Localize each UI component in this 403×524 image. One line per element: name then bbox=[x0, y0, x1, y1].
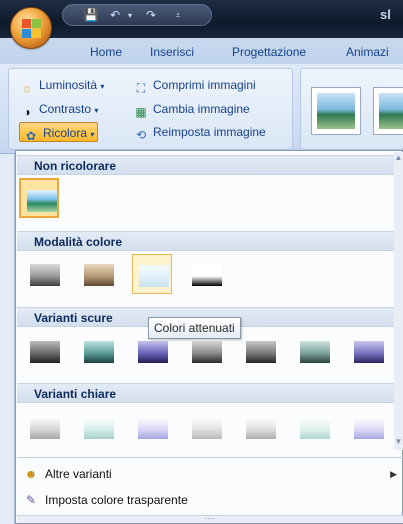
recolor-dropdown: Non ricolorare Modalità colore Varianti … bbox=[15, 150, 403, 524]
office-button-icon bbox=[22, 19, 42, 39]
change-picture-button[interactable]: ▦ Cambia immagine bbox=[133, 99, 250, 119]
compress-label: Comprimi immagini bbox=[153, 78, 256, 92]
dark-variation-swatch-preview bbox=[30, 341, 60, 363]
swatch-no-recolor[interactable] bbox=[19, 178, 59, 218]
chevron-down-icon: ▾ bbox=[100, 82, 105, 91]
color-mode-swatch-preview bbox=[84, 264, 114, 286]
dropdown-scrollbar[interactable]: ▲ ▼ bbox=[394, 152, 403, 450]
dark-variation-swatch-preview bbox=[138, 341, 168, 363]
undo-icon[interactable]: ↶ bbox=[105, 8, 125, 23]
light-variation-swatch-preview bbox=[138, 417, 168, 439]
light-variation-swatch[interactable] bbox=[348, 407, 388, 447]
tab-inserisci[interactable]: Inserisci bbox=[150, 45, 194, 59]
contrast-icon: ◑ bbox=[23, 105, 31, 119]
brightness-button[interactable]: ☼ Luminosità ▾ bbox=[19, 75, 105, 95]
color-mode-swatch-preview bbox=[192, 264, 222, 286]
resize-grip[interactable]: ···· bbox=[17, 515, 403, 523]
dark-variation-swatch[interactable] bbox=[348, 331, 388, 371]
light-variation-swatch-preview bbox=[30, 417, 60, 439]
color-mode-swatch[interactable] bbox=[78, 254, 118, 294]
brightness-label: Luminosità bbox=[39, 78, 98, 92]
dark-variation-swatch[interactable] bbox=[78, 331, 118, 371]
dark-variation-swatch[interactable] bbox=[240, 331, 280, 371]
change-picture-icon: ▦ bbox=[135, 105, 147, 119]
ribbon-tabs: Home Inserisci Progettazione Animazi bbox=[0, 38, 403, 64]
tooltip: Colori attenuati bbox=[148, 317, 241, 339]
picture-style-thumb[interactable] bbox=[311, 87, 361, 135]
submenu-arrow-icon: ▶ bbox=[390, 469, 397, 479]
light-variation-swatch[interactable] bbox=[78, 407, 118, 447]
dark-variation-swatch-preview bbox=[84, 341, 114, 363]
ribbon: ☼ Luminosità ▾ ◑ Contrasto ▾ ✿ Ricolora ▾ ⛶… bbox=[0, 64, 403, 154]
menu-separator bbox=[17, 457, 403, 458]
redo-icon[interactable]: ↷ bbox=[141, 8, 161, 23]
dark-variation-swatch-preview bbox=[192, 341, 222, 363]
undo-dropdown-icon[interactable]: ▾ bbox=[125, 8, 135, 23]
chevron-down-icon: ▾ bbox=[94, 106, 99, 115]
light-variation-swatch[interactable] bbox=[186, 407, 226, 447]
quick-access-toolbar: 💾 ↶ ▾ ↷ ⩡ bbox=[62, 4, 212, 26]
light-variation-swatch[interactable] bbox=[294, 407, 334, 447]
slide-pane-edge bbox=[0, 154, 15, 524]
scroll-down-icon[interactable]: ▼ bbox=[394, 438, 403, 446]
section-non-ricolorare: Non ricolorare bbox=[17, 155, 394, 175]
color-mode-swatch[interactable] bbox=[24, 254, 64, 294]
tab-animazioni[interactable]: Animazi bbox=[346, 45, 389, 59]
menu-item-imposta-trasparente[interactable]: ✎ Imposta colore trasparente bbox=[17, 489, 403, 511]
reset-picture-label: Reimposta immagine bbox=[153, 125, 266, 139]
light-variation-swatch-preview bbox=[84, 417, 114, 439]
light-variation-swatch[interactable] bbox=[24, 407, 64, 447]
light-variation-swatch-preview bbox=[246, 417, 276, 439]
dark-variation-swatch[interactable] bbox=[294, 331, 334, 371]
color-mode-swatch[interactable] bbox=[132, 254, 172, 294]
set-transparent-icon: ✎ bbox=[25, 493, 37, 507]
compress-icon: ⛶ bbox=[136, 81, 146, 95]
adjust-group: ☼ Luminosità ▾ ◑ Contrasto ▾ ✿ Ricolora ▾ ⛶… bbox=[8, 68, 293, 150]
light-variation-swatch[interactable] bbox=[240, 407, 280, 447]
contrast-button[interactable]: ◑ Contrasto ▾ bbox=[19, 99, 98, 119]
dark-variation-swatch-preview bbox=[300, 341, 330, 363]
light-variation-swatch[interactable] bbox=[132, 407, 172, 447]
altre-varianti-label: Altre varianti bbox=[45, 467, 112, 481]
dark-variation-swatch-preview bbox=[246, 341, 276, 363]
recolor-button[interactable]: ✿ Ricolora ▾ bbox=[19, 122, 99, 143]
change-picture-label: Cambia immagine bbox=[153, 102, 250, 116]
recolor-label: Ricolora bbox=[43, 126, 88, 140]
scroll-up-icon[interactable]: ▲ bbox=[394, 154, 403, 162]
window-title: sl bbox=[380, 7, 391, 22]
color-mode-swatch[interactable] bbox=[186, 254, 226, 294]
reset-picture-icon: ⟲ bbox=[135, 128, 147, 142]
tab-progettazione[interactable]: Progettazione bbox=[232, 45, 306, 59]
light-variation-swatch-preview bbox=[192, 417, 222, 439]
light-variation-swatch-preview bbox=[300, 417, 330, 439]
office-button[interactable] bbox=[10, 7, 52, 49]
picture-style-thumb[interactable] bbox=[373, 87, 403, 135]
section-modalita-colore: Modalità colore bbox=[17, 231, 394, 251]
imposta-trasparente-label: Imposta colore trasparente bbox=[45, 493, 188, 507]
contrast-label: Contrasto bbox=[39, 102, 92, 116]
picture-styles-group bbox=[300, 68, 403, 150]
compress-pictures-button[interactable]: ⛶ Comprimi immagini bbox=[133, 75, 256, 95]
save-icon[interactable]: 💾 bbox=[83, 8, 99, 23]
dark-variation-swatch[interactable] bbox=[24, 331, 64, 371]
chevron-down-icon: ▾ bbox=[90, 130, 95, 139]
title-bar: 💾 ↶ ▾ ↷ ⩡ sl bbox=[0, 0, 403, 38]
more-variations-icon: ☻ bbox=[24, 467, 38, 481]
menu-item-altre-varianti[interactable]: ☻ Altre varianti ▶ bbox=[17, 463, 403, 485]
color-mode-swatch-preview bbox=[30, 264, 60, 286]
color-mode-swatch-preview bbox=[139, 265, 169, 287]
brightness-icon: ☼ bbox=[21, 81, 33, 95]
light-variation-swatch-preview bbox=[354, 417, 384, 439]
recolor-icon: ✿ bbox=[25, 129, 37, 143]
reset-picture-button[interactable]: ⟲ Reimposta immagine bbox=[133, 122, 266, 142]
section-varianti-chiare: Varianti chiare bbox=[17, 383, 394, 403]
qat-dropdown-icon[interactable]: ⩡ bbox=[171, 8, 185, 23]
dark-variation-swatch-preview bbox=[354, 341, 384, 363]
tab-home[interactable]: Home bbox=[90, 45, 122, 59]
